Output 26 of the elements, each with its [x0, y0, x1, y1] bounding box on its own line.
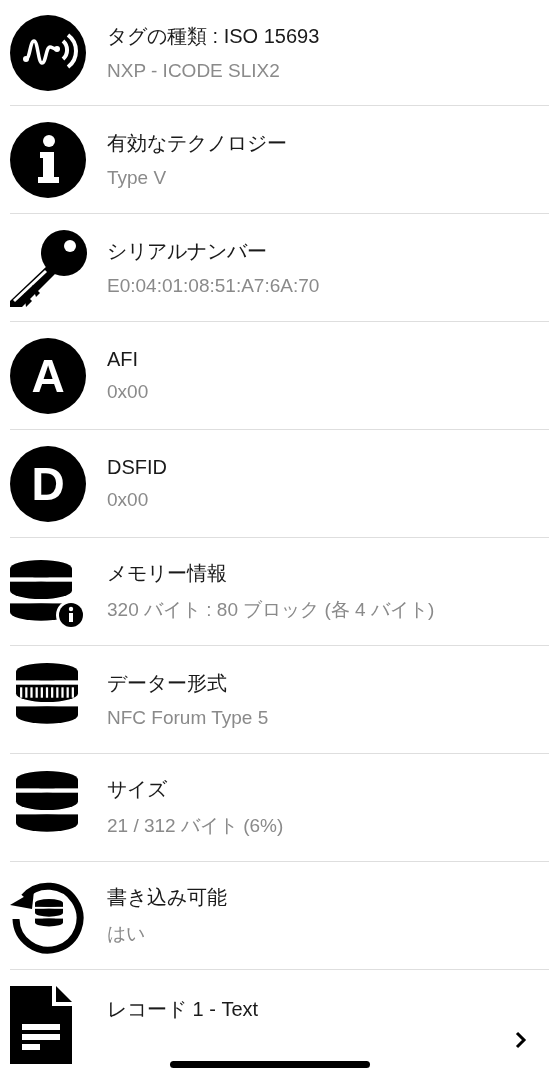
item-title: データー形式 — [107, 671, 228, 696]
item-title: DSFID — [107, 456, 168, 479]
item-title: メモリー情報 — [107, 561, 228, 586]
item-value: 0x00 — [107, 381, 150, 403]
item-value: NXP - ICODE SLIX2 — [107, 60, 281, 82]
item-title: シリアルナンバー — [107, 239, 268, 264]
item-title: 書き込み可能 — [107, 885, 228, 910]
item-title: AFI — [107, 348, 140, 371]
nfc-icon — [10, 14, 86, 91]
item-value: NFC Forum Type 5 — [107, 707, 270, 729]
item-title: タグの種類 : ISO 15693 — [107, 24, 321, 49]
document-icon — [10, 986, 74, 1064]
item-value: E0:04:01:08:51:A7:6A:70 — [107, 275, 321, 297]
item-value: 0x00 — [107, 489, 150, 511]
info-icon — [10, 121, 86, 198]
letter-badge: A — [10, 337, 86, 414]
item-title: サイズ — [107, 777, 168, 802]
key-icon — [10, 228, 88, 307]
item-title: 有効なテクノロジー — [107, 131, 288, 156]
item-value: Type V — [107, 167, 168, 189]
item-value: 320 バイト : 80 ブロック (各 4 バイト) — [107, 598, 436, 622]
letter-badge: D — [10, 445, 86, 522]
item-value: 21 / 312 バイト (6%) — [107, 814, 285, 838]
item-title: レコード 1 - Text — [107, 997, 260, 1022]
item-value: はい — [107, 922, 146, 946]
chevron-icon[interactable] — [515, 1031, 527, 1049]
